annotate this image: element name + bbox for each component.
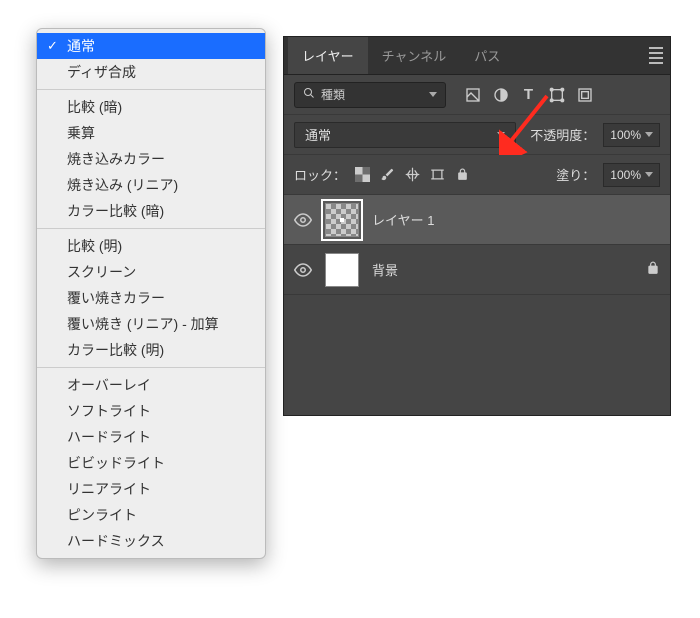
blend-mode-option[interactable]: 覆い焼きカラー <box>37 285 265 311</box>
lock-icon <box>646 261 660 278</box>
tab-channels[interactable]: チャンネル <box>368 37 461 74</box>
blend-mode-option[interactable]: カラー比較 (明) <box>37 337 265 363</box>
layer-name[interactable]: 背景 <box>372 260 398 279</box>
blend-mode-option[interactable]: 比較 (暗) <box>37 94 265 120</box>
layers-empty-area <box>284 295 670 415</box>
blend-mode-menu: 通常ディザ合成比較 (暗)乗算焼き込みカラー焼き込み (リニア)カラー比較 (暗… <box>36 28 266 559</box>
blend-mode-option[interactable]: スクリーン <box>37 259 265 285</box>
blend-mode-option[interactable]: 焼き込み (リニア) <box>37 172 265 198</box>
panel-tab-bar: レイヤー チャンネル パス <box>284 37 670 75</box>
search-icon <box>303 87 315 102</box>
filter-type-select[interactable]: 種類 <box>294 82 446 108</box>
blend-mode-option[interactable]: 乗算 <box>37 120 265 146</box>
blend-mode-option[interactable]: ソフトライト <box>37 398 265 424</box>
tab-layers[interactable]: レイヤー <box>288 37 368 74</box>
filter-label: 種類 <box>321 86 345 103</box>
layer-row[interactable]: レイヤー 1 <box>284 195 670 245</box>
blend-mode-option[interactable]: ハードミックス <box>37 528 265 554</box>
blend-mode-option[interactable]: カラー比較 (暗) <box>37 198 265 224</box>
blend-mode-option[interactable]: ピンライト <box>37 502 265 528</box>
layers-panel: レイヤー チャンネル パス 種類 T 通常 不透明度： 100% <box>283 36 671 416</box>
blend-current: 通常 <box>305 125 331 144</box>
fill-label: 塗り： <box>556 165 595 184</box>
blend-mode-option[interactable]: ハードライト <box>37 424 265 450</box>
chevron-down-icon <box>645 132 653 137</box>
blend-mode-option[interactable]: リニアライト <box>37 476 265 502</box>
blend-mode-option[interactable]: オーバーレイ <box>37 372 265 398</box>
filter-icon-group: T <box>464 86 593 103</box>
chevron-down-icon <box>429 92 437 97</box>
tab-paths[interactable]: パス <box>460 37 514 74</box>
blend-mode-option[interactable]: ディザ合成 <box>37 59 265 85</box>
panel-menu-icon[interactable] <box>646 46 666 66</box>
opacity-label: 不透明度： <box>530 125 595 144</box>
lock-label: ロック： <box>294 165 346 184</box>
blend-mode-option[interactable]: 焼き込みカラー <box>37 146 265 172</box>
filter-row: 種類 T <box>284 75 670 115</box>
lock-pixels-icon[interactable] <box>379 166 396 183</box>
blend-row: 通常 不透明度： 100% <box>284 115 670 155</box>
filter-adjustment-icon[interactable] <box>492 86 509 103</box>
visibility-icon[interactable] <box>294 211 312 229</box>
blend-mode-option[interactable]: 通常 <box>37 33 265 59</box>
lock-transparency-icon[interactable] <box>354 166 371 183</box>
menu-separator <box>37 228 265 229</box>
layer-thumbnail[interactable] <box>322 250 362 290</box>
blend-mode-option[interactable]: ビビッドライト <box>37 450 265 476</box>
menu-separator <box>37 89 265 90</box>
layer-thumbnail[interactable] <box>322 200 362 240</box>
lock-row: ロック： 塗り： 100% <box>284 155 670 195</box>
visibility-icon[interactable] <box>294 261 312 279</box>
lock-position-icon[interactable] <box>404 166 421 183</box>
chevron-down-icon <box>645 172 653 177</box>
layer-name[interactable]: レイヤー 1 <box>372 210 434 229</box>
canvas-area <box>283 438 671 618</box>
lock-all-icon[interactable] <box>454 166 471 183</box>
blend-mode-option[interactable]: 比較 (明) <box>37 233 265 259</box>
filter-image-icon[interactable] <box>464 86 481 103</box>
fill-input[interactable]: 100% <box>603 163 660 187</box>
filter-shape-icon[interactable] <box>548 86 565 103</box>
opacity-input[interactable]: 100% <box>603 123 660 147</box>
blend-mode-select[interactable]: 通常 <box>294 122 516 148</box>
layer-row[interactable]: 背景 <box>284 245 670 295</box>
lock-artboard-icon[interactable] <box>429 166 446 183</box>
blend-mode-option[interactable]: 覆い焼き (リニア) - 加算 <box>37 311 265 337</box>
chevron-down-icon <box>497 132 505 137</box>
menu-separator <box>37 367 265 368</box>
filter-type-icon[interactable]: T <box>520 86 537 103</box>
filter-smart-icon[interactable] <box>576 86 593 103</box>
